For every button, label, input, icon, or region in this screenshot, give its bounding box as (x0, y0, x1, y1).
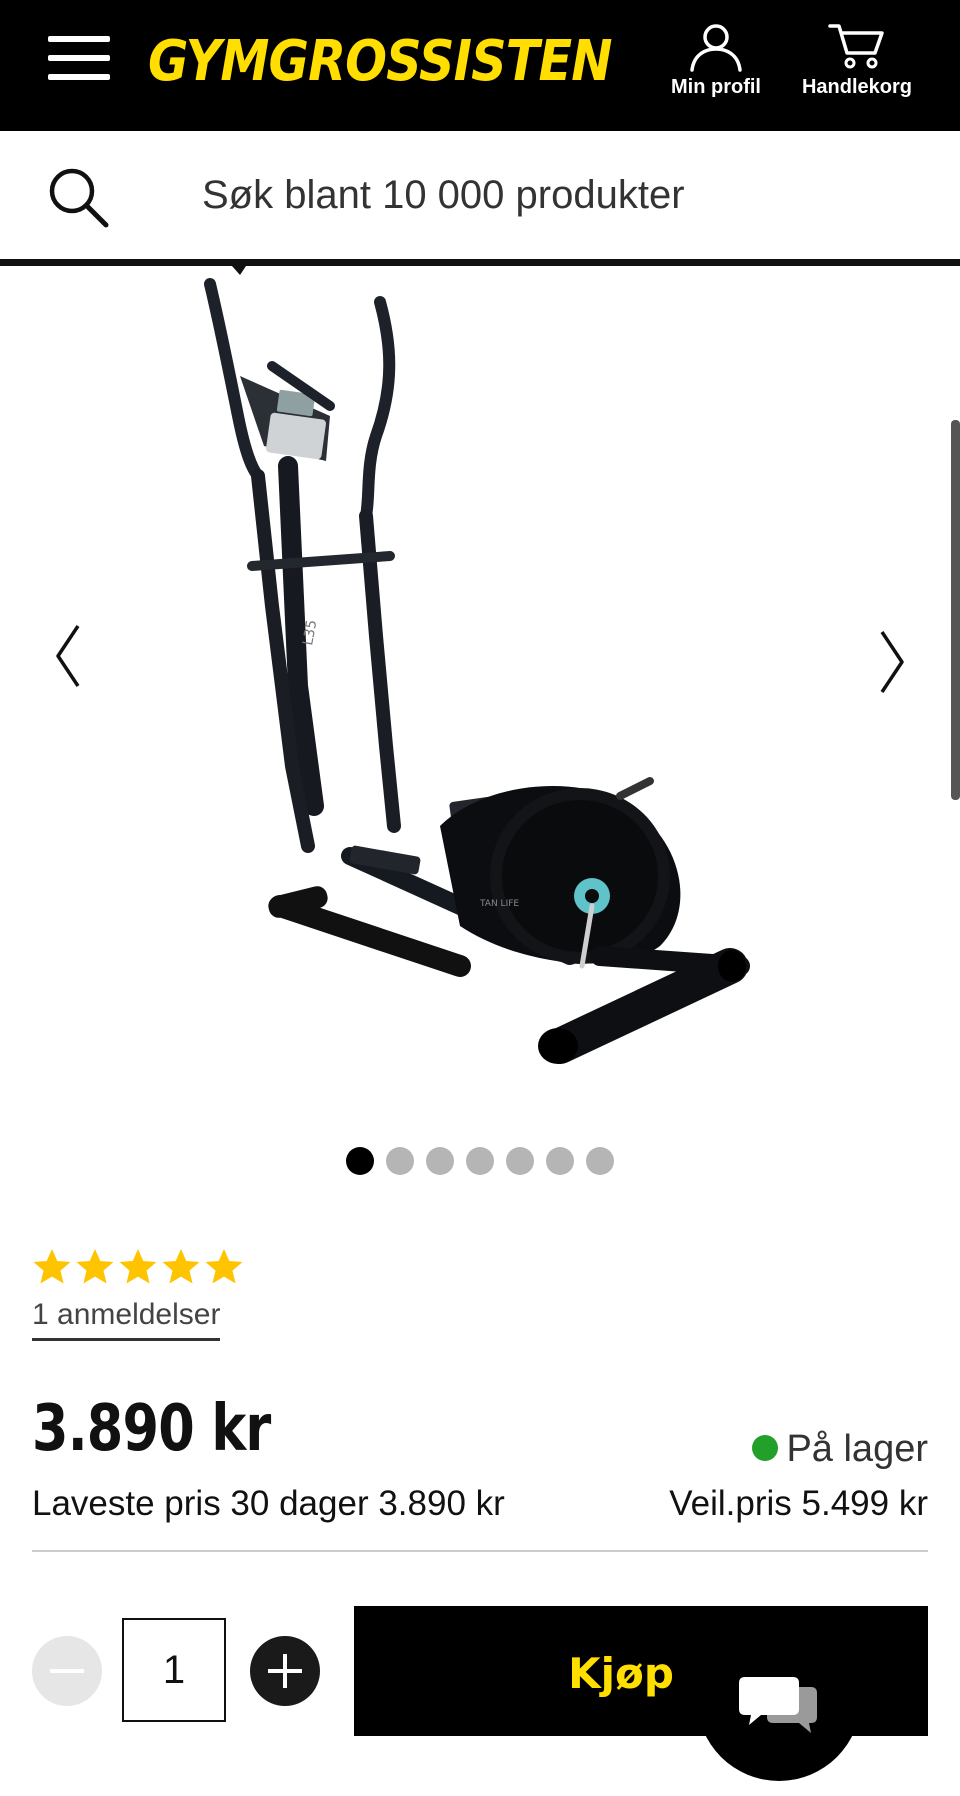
quantity-input[interactable] (122, 1618, 226, 1722)
profile-button[interactable]: Min profil (651, 18, 781, 108)
product-image[interactable]: L35 TAN LIFE (180, 266, 780, 1086)
stock-status: På lager (752, 1428, 928, 1471)
product-price: 3.890 kr (32, 1392, 271, 1466)
star-icon (119, 1249, 157, 1284)
svg-text:L35: L35 (300, 619, 320, 647)
recommended-price: Veil.pris 5.499 kr (669, 1484, 928, 1523)
plus-icon[interactable] (250, 1636, 320, 1706)
gallery-dot[interactable] (346, 1147, 374, 1175)
page-scrollbar[interactable] (951, 420, 960, 800)
gallery-dot[interactable] (426, 1147, 454, 1175)
reviews-link[interactable]: 1 anmeldelser (32, 1298, 221, 1341)
star-icon (33, 1249, 71, 1284)
gallery-dot[interactable] (466, 1147, 494, 1175)
star-icon (76, 1249, 114, 1284)
chat-button[interactable] (697, 1617, 861, 1781)
gallery-dot[interactable] (546, 1147, 574, 1175)
top-header: GYMGROSSISTEN Min profil Handlekorg (0, 0, 960, 131)
user-icon (690, 24, 742, 72)
svg-text:TAN LIFE: TAN LIFE (479, 899, 519, 909)
minus-icon[interactable] (32, 1636, 102, 1706)
buy-label: Kjøp (568, 1648, 674, 1698)
gallery-dot[interactable] (506, 1147, 534, 1175)
cart-label: Handlekorg (801, 76, 913, 98)
search-input[interactable] (200, 161, 924, 229)
chat-icon (739, 1677, 817, 1733)
cart-button[interactable]: Handlekorg (792, 18, 922, 108)
star-icon (162, 1249, 200, 1284)
cart-icon (828, 24, 884, 69)
gallery-dot[interactable] (386, 1147, 414, 1175)
chevron-right-icon[interactable] (862, 622, 922, 702)
lowest-price-30-days: Laveste pris 30 dager 3.890 kr (32, 1484, 505, 1523)
search-bar (0, 131, 960, 266)
chevron-left-icon[interactable] (38, 616, 98, 696)
divider (32, 1550, 928, 1552)
star-icon (205, 1249, 243, 1284)
gallery-dots (346, 1147, 626, 1175)
site-logo[interactable]: GYMGROSSISTEN (148, 22, 612, 102)
product-gallery: L35 TAN LIFE (0, 266, 960, 1136)
rating-stars (32, 1248, 247, 1288)
in-stock-indicator (752, 1434, 779, 1461)
stock-label: På lager (786, 1428, 928, 1470)
profile-label: Min profil (671, 76, 761, 98)
gallery-dot[interactable] (586, 1147, 614, 1175)
search-icon[interactable] (46, 165, 110, 229)
menu-icon[interactable] (48, 36, 110, 80)
